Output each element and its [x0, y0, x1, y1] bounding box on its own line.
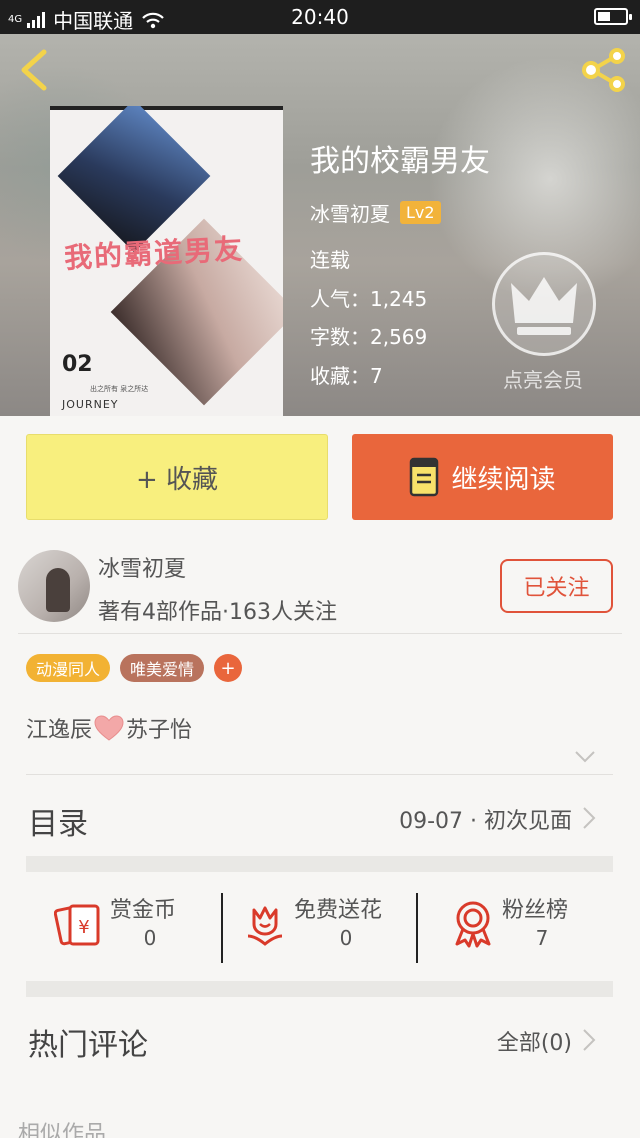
section-separator	[26, 981, 613, 997]
intro-right-name: 苏子怡	[126, 718, 193, 743]
divider	[26, 774, 613, 775]
author-card-name[interactable]: 冰雪初夏	[98, 551, 186, 583]
follow-button[interactable]: 已关注	[500, 559, 613, 613]
tag-item[interactable]: 动漫同人	[26, 654, 111, 682]
clock: 20:40	[291, 5, 349, 29]
book-status: 连载	[310, 248, 350, 272]
cover-journey: JOURNEY	[62, 398, 119, 411]
book-cover[interactable]: 我的霸道男友 02 出之所有 泉之所达 JOURNEY	[50, 106, 283, 416]
favorite-button[interactable]: + 收藏	[26, 434, 328, 520]
fan-ranking-item[interactable]: 粉丝榜 7	[448, 892, 618, 964]
intro-left-name: 江逸辰	[26, 718, 93, 743]
chevron-right-icon[interactable]	[582, 1028, 596, 1052]
cover-subtitle: 出之所有 泉之所达	[90, 385, 149, 393]
author-avatar[interactable]	[18, 550, 90, 622]
book-title: 我的校霸男友	[310, 144, 490, 179]
reward-coins-value: 0	[143, 926, 157, 950]
reward-coins-label: 赏金币	[110, 898, 177, 923]
tag-list: 动漫同人 唯美爱情 +	[26, 654, 243, 682]
crown-icon	[511, 277, 577, 335]
rosette-icon	[455, 901, 491, 948]
share-icon[interactable]	[580, 48, 628, 92]
chevron-down-icon[interactable]	[574, 750, 596, 764]
divider	[416, 893, 418, 963]
book-intro: 江逸辰 苏子怡	[26, 712, 192, 744]
book-favorites: 收藏：7	[310, 364, 383, 388]
continue-reading-label: 继续阅读	[451, 464, 556, 495]
divider	[221, 893, 223, 963]
author-card-stats: 著有4部作品·163人关注	[98, 600, 337, 625]
book-icon	[410, 457, 439, 497]
send-flower-item[interactable]: 免费送花 0	[240, 892, 410, 964]
toc-latest-chapter[interactable]: 09-07 · 初次见面	[399, 803, 572, 835]
similar-works-title: 相似作品	[18, 1122, 107, 1138]
toc-title[interactable]: 目录	[28, 799, 88, 843]
author-name[interactable]: 冰雪初夏	[310, 198, 390, 227]
send-flower-label: 免费送花	[294, 898, 383, 923]
status-bar: 4G 中国联通 20:40	[0, 0, 640, 34]
back-icon[interactable]	[16, 48, 52, 92]
hot-comments-title: 热门评论	[28, 1028, 148, 1063]
tag-item[interactable]: 唯美爱情	[120, 654, 205, 682]
follow-label: 已关注	[523, 576, 590, 601]
all-comments-link[interactable]: 全部(0)	[497, 1025, 572, 1057]
svg-text:¥: ¥	[78, 917, 89, 938]
author-row: 冰雪初夏 Lv2	[310, 198, 441, 227]
battery-icon	[594, 8, 632, 25]
divider	[18, 633, 622, 634]
reward-coins-item[interactable]: ¥ 赏金币 0	[54, 892, 214, 964]
flower-icon	[247, 906, 283, 946]
chevron-right-icon[interactable]	[582, 806, 596, 830]
cover-number: 02	[62, 352, 93, 377]
vip-button[interactable]	[492, 252, 596, 356]
heart-icon	[94, 715, 124, 741]
favorite-label: + 收藏	[135, 464, 219, 495]
send-flower-value: 0	[339, 926, 353, 950]
red-envelope-icon: ¥	[54, 904, 100, 946]
fan-ranking-value: 7	[535, 926, 549, 950]
level-badge: Lv2	[400, 201, 441, 224]
continue-reading-button[interactable]: 继续阅读	[352, 434, 613, 520]
vip-label: 点亮会员	[503, 368, 583, 392]
section-separator	[26, 856, 613, 872]
book-header: 我的霸道男友 02 出之所有 泉之所达 JOURNEY 我的校霸男友 冰雪初夏 …	[0, 34, 640, 416]
book-popularity: 人气：1,245	[310, 287, 428, 311]
book-word-count: 字数：2,569	[310, 325, 428, 349]
fan-ranking-label: 粉丝榜	[502, 898, 569, 923]
add-tag-button[interactable]: +	[214, 654, 243, 682]
